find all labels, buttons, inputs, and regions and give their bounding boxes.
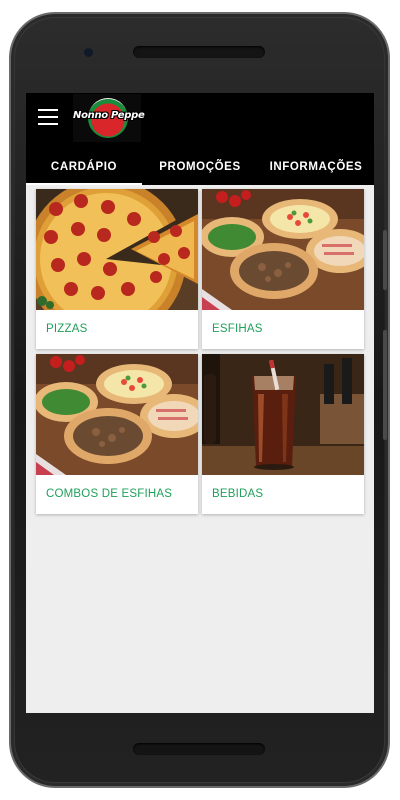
category-card-bebidas[interactable]: BEBIDAS: [202, 354, 364, 514]
logo-ribbon: [93, 124, 121, 130]
power-button: [383, 230, 387, 290]
app-screen: Nonno Peppe CARDÁPIO PROMOÇÕES INFORMAÇÕ…: [26, 93, 374, 713]
category-label: PIZZAS: [46, 323, 88, 335]
category-label: ESFIHAS: [212, 323, 263, 335]
soda-glass-photo: [202, 354, 364, 475]
tab-informacoes[interactable]: INFORMAÇÕES: [258, 148, 374, 185]
top-speaker: [133, 46, 265, 58]
app-bar: Nonno Peppe CARDÁPIO PROMOÇÕES INFORMAÇÕ…: [26, 93, 374, 185]
bottom-speaker: [133, 743, 265, 755]
front-camera: [84, 48, 93, 57]
tab-cardapio[interactable]: CARDÁPIO: [26, 148, 142, 185]
combo-esfihas-photo: [36, 354, 198, 475]
tab-bar: CARDÁPIO PROMOÇÕES INFORMAÇÕES: [26, 148, 374, 185]
volume-button: [383, 330, 387, 440]
hamburger-menu-icon[interactable]: [38, 109, 58, 125]
logo-text: Nonno Peppe: [73, 110, 145, 121]
category-card-pizzas[interactable]: PIZZAS: [36, 189, 198, 349]
category-card-combos-de-esfihas[interactable]: COMBOS DE ESFIHAS: [36, 354, 198, 514]
pizza-photo: [36, 189, 198, 310]
category-label: BEBIDAS: [212, 488, 264, 500]
category-label: COMBOS DE ESFIHAS: [46, 488, 173, 500]
category-card-esfihas[interactable]: ESFIHAS: [202, 189, 364, 349]
esfihas-photo: [202, 189, 364, 310]
tab-promocoes[interactable]: PROMOÇÕES: [142, 148, 258, 185]
restaurant-logo: Nonno Peppe: [73, 94, 145, 142]
